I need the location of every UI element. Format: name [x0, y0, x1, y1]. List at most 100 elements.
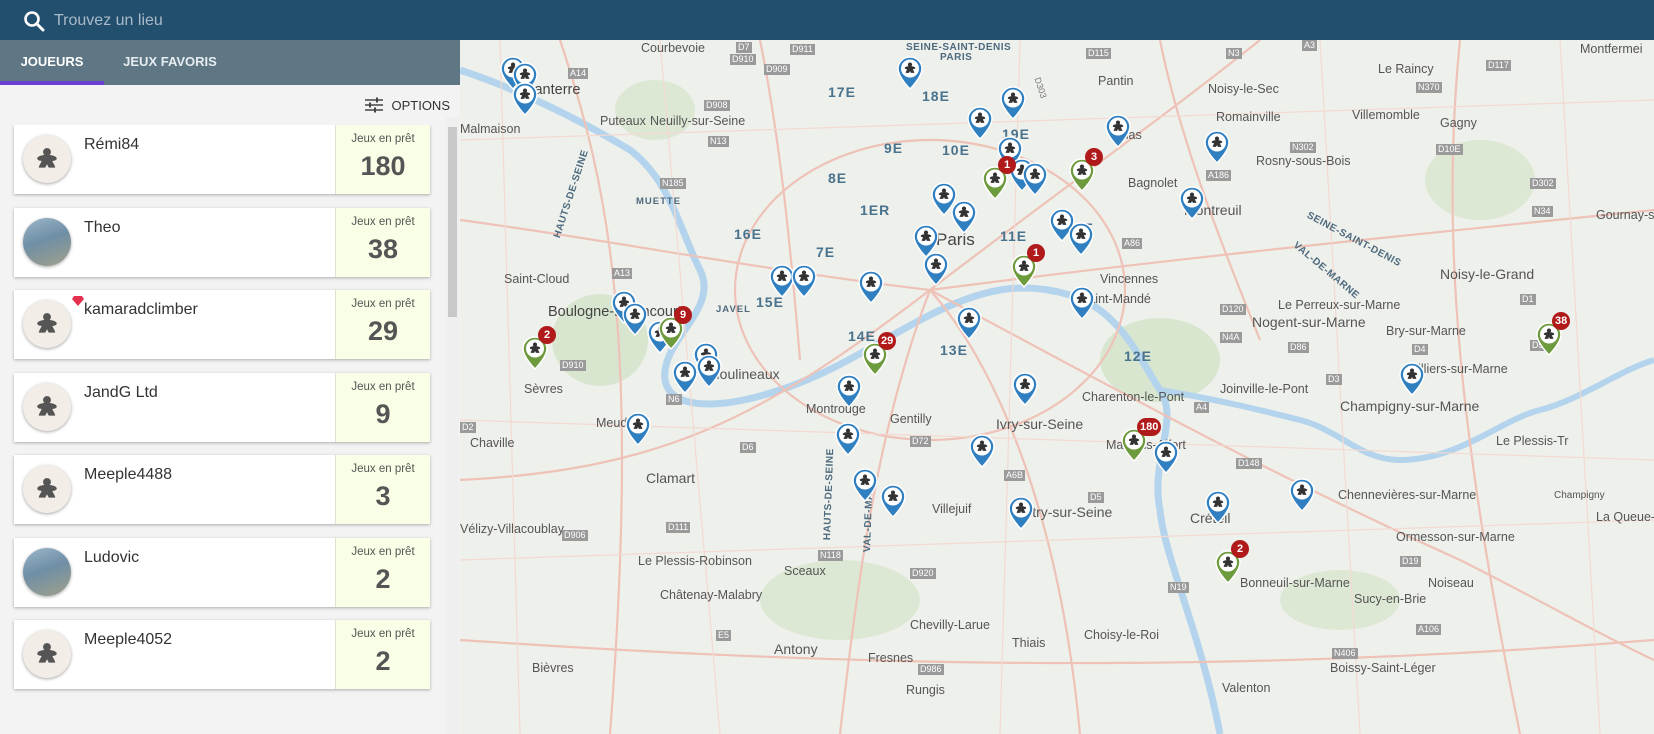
map-marker[interactable] — [1022, 162, 1048, 197]
city-label: Gentilly — [890, 412, 932, 426]
map-marker[interactable] — [791, 264, 817, 299]
arrondissement-label: 1ER — [860, 202, 891, 218]
player-card[interactable]: Theo Jeux en prêt 38 — [14, 207, 430, 277]
map-marker[interactable] — [672, 360, 698, 395]
player-card[interactable]: kamaradclimber Jeux en prêt 29 — [14, 290, 430, 359]
map-pin-icon — [969, 434, 995, 469]
player-name: Theo — [84, 218, 121, 236]
road-label: D910 — [560, 360, 586, 371]
map-base-layer — [460, 40, 1654, 734]
arrondissement-label: 7E — [816, 244, 836, 260]
road-label: D86 — [1288, 342, 1309, 353]
loan-count: 9 — [375, 398, 391, 429]
map-marker[interactable] — [625, 412, 651, 447]
map-marker[interactable] — [1204, 130, 1230, 165]
district-label: Javel — [716, 304, 751, 315]
city-label: Nogent-sur-Marne — [1252, 314, 1366, 330]
player-card[interactable]: Ludovic Jeux en prêt 2 — [14, 537, 430, 607]
meeple-icon — [37, 478, 57, 498]
map-marker[interactable] — [622, 302, 648, 337]
map-marker-group[interactable]: 2 — [1215, 540, 1249, 585]
map-marker[interactable] — [1068, 222, 1094, 257]
loan-box: Jeux en prêt 2 — [335, 537, 430, 607]
search-icon[interactable] — [22, 9, 46, 33]
road-label: D986 — [918, 664, 944, 675]
map-marker-group[interactable]: 38 — [1536, 312, 1571, 357]
map-marker[interactable] — [1179, 186, 1205, 221]
map-marker[interactable] — [1399, 362, 1425, 397]
avatar — [23, 465, 71, 513]
map-marker-group[interactable]: 180 — [1121, 418, 1162, 463]
loan-box: Jeux en prêt 2 — [335, 620, 430, 689]
scrollbar-thumb[interactable] — [448, 127, 457, 317]
map-marker[interactable] — [1069, 286, 1095, 321]
gem-icon — [72, 296, 84, 306]
meeple-icon — [37, 643, 57, 663]
map-marker[interactable] — [852, 468, 878, 503]
map-marker[interactable] — [1012, 372, 1038, 407]
player-card[interactable]: Meeple4488 Jeux en prêt 3 — [14, 455, 430, 524]
city-label: Choisy-le-Roi — [1084, 628, 1160, 642]
map-marker-group[interactable]: 9 — [658, 306, 692, 351]
city-label: Villejuif — [932, 502, 972, 516]
map-marker-group[interactable]: 1 — [1011, 244, 1045, 289]
loan-count: 180 — [360, 151, 406, 181]
search-input[interactable] — [54, 8, 654, 34]
map-marker[interactable] — [969, 434, 995, 469]
map-pin-icon — [1399, 362, 1425, 397]
map-marker-group[interactable]: 1 — [982, 156, 1016, 201]
map-marker[interactable] — [880, 484, 906, 519]
city-label: Le Raincy — [1378, 62, 1434, 76]
player-card[interactable]: Rémi84 Jeux en prêt 180 — [14, 125, 430, 194]
map-marker[interactable] — [897, 56, 923, 91]
city-label: Chennevières-sur-Marne — [1338, 488, 1477, 502]
player-card[interactable]: JandG Ltd Jeux en prêt 9 — [14, 372, 430, 442]
map-pin-icon — [1205, 490, 1231, 525]
road-label: D148 — [1236, 458, 1262, 469]
city-label: Bagnolet — [1128, 176, 1178, 190]
road-label: D4 — [1412, 344, 1428, 355]
map-pin-icon — [1008, 496, 1034, 531]
player-card[interactable]: Meeple4052 Jeux en prêt 2 — [14, 620, 430, 689]
map-marker[interactable] — [835, 422, 861, 457]
meeple-icon — [37, 313, 57, 333]
loan-label: Jeux en prêt — [351, 628, 415, 640]
map-pin-icon — [672, 360, 698, 395]
map-marker[interactable] — [1000, 86, 1026, 121]
map-marker[interactable] — [512, 82, 538, 117]
map-marker[interactable] — [1105, 114, 1131, 149]
map-marker[interactable] — [836, 374, 862, 409]
map[interactable]: SEINE-SAINT-DENIS PARIS HAUTS-DE-SEINE S… — [460, 40, 1654, 734]
tab-joueurs[interactable]: JOUEURS — [0, 40, 104, 85]
road-label: D72 — [910, 436, 931, 447]
scrollbar[interactable] — [446, 117, 459, 734]
tab-jeux-favoris[interactable]: JEUX FAVORIS — [104, 40, 236, 85]
arrondissement-label: 12E — [1124, 348, 1152, 364]
marker-count-badge: 3 — [1085, 148, 1103, 166]
road-label: D6 — [740, 442, 756, 453]
sliders-icon — [365, 97, 384, 113]
map-marker[interactable] — [956, 306, 982, 341]
avatar-photo — [23, 547, 71, 596]
map-marker-group[interactable]: 29 — [862, 332, 897, 377]
city-label: Courbevoie — [641, 41, 705, 55]
map-marker[interactable] — [858, 270, 884, 305]
map-marker[interactable] — [1153, 440, 1179, 475]
map-marker-group[interactable]: 2 — [522, 326, 556, 371]
map-marker[interactable] — [967, 106, 993, 141]
map-marker-group[interactable]: 3 — [1069, 148, 1103, 193]
map-pin-icon — [1012, 372, 1038, 407]
map-marker[interactable] — [923, 252, 949, 287]
map-marker[interactable] — [1205, 490, 1231, 525]
marker-count-badge: 180 — [1137, 418, 1162, 436]
map-marker[interactable] — [1008, 496, 1034, 531]
loan-box: Jeux en prêt 38 — [335, 207, 430, 277]
map-marker[interactable] — [1289, 478, 1315, 513]
map-marker[interactable] — [696, 354, 722, 389]
city-label: Noiseau — [1428, 576, 1474, 590]
map-marker[interactable] — [951, 200, 977, 235]
loan-box: Jeux en prêt 29 — [335, 290, 430, 359]
options-button[interactable]: OPTIONS — [365, 95, 450, 115]
road-label: D909 — [764, 64, 790, 75]
road-label: A13 — [612, 268, 633, 279]
